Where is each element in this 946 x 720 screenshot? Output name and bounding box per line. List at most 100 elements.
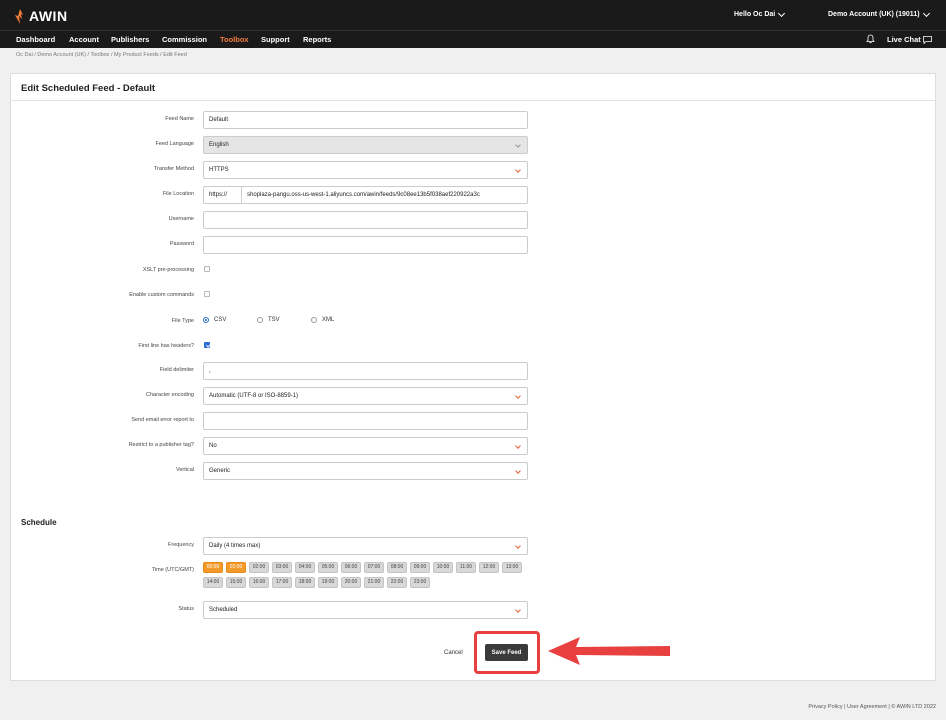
time-slot-chip[interactable]: 17:00 [272,577,292,588]
nav-toolbox[interactable]: Toolbox [220,35,249,44]
time-slot-chip[interactable]: 11:00 [456,562,476,573]
row-feed-language: Feed Language English [11,136,937,154]
time-slot-chip[interactable]: 05:00 [318,562,338,573]
frequency-select[interactable]: Daily (4 times max) [203,537,528,555]
file-type-xml[interactable]: XML [311,317,334,323]
nav-reports[interactable]: Reports [303,35,331,44]
time-slot-chip[interactable]: 22:00 [387,577,407,588]
footer-links[interactable]: Privacy Policy | User Agreement | © AWIN… [0,704,936,710]
time-slot-chip[interactable]: 00:00 [203,562,223,573]
row-publisher-tag: Restrict to a publisher tag? No [11,437,937,455]
chevron-down-icon [515,167,521,173]
logo-text: AWIN [29,8,68,24]
time-slot-chip[interactable]: 18:00 [295,577,315,588]
nav-support[interactable]: Support [261,35,290,44]
row-file-type: File Type CSV TSV XML [11,313,937,331]
time-slot-chip[interactable]: 16:00 [249,577,269,588]
bell-icon[interactable] [866,34,875,44]
file-location-input[interactable]: shoplaza-pangu.oss-us-west-1.aliyuncs.co… [241,186,528,204]
field-delimiter-input[interactable]: , [203,362,528,380]
radio-csv[interactable] [203,317,209,323]
time-slot-chip[interactable]: 09:00 [410,562,430,573]
file-location-label: File Location [162,191,194,197]
xslt-checkbox[interactable] [204,266,210,272]
time-slot-chip[interactable]: 08:00 [387,562,407,573]
breadcrumb[interactable]: Oc Dai / Demo Account (UK) / Toolbox / M… [16,52,187,58]
feed-name-label: Feed Name [165,116,194,122]
status-value: Scheduled [209,607,238,613]
awin-flame-icon [15,8,23,24]
status-select[interactable]: Scheduled [203,601,528,619]
file-type-tsv[interactable]: TSV [257,317,280,323]
time-slot-chip[interactable]: 15:00 [226,577,246,588]
frequency-label: Frequency [168,542,194,548]
username-label: Username [168,216,194,222]
account-switcher[interactable]: Demo Account (UK) (19011) [828,9,930,18]
time-slot-chip[interactable]: 07:00 [364,562,384,573]
chevron-down-icon [922,9,930,17]
feed-name-input[interactable]: Default [203,111,528,129]
time-slot-chip[interactable]: 23:00 [410,577,430,588]
chat-bubble-icon [922,35,932,44]
row-password: Password [11,236,937,254]
char-encoding-select[interactable]: Automatic (UTF-8 or ISO-8859-1) [203,387,528,405]
vertical-select[interactable]: Generic [203,462,528,480]
email-report-input[interactable] [203,412,528,430]
time-slot-chip[interactable]: 01:00 [226,562,246,573]
chevron-down-icon [515,142,521,148]
radio-xml[interactable] [311,317,317,323]
nav-publishers[interactable]: Publishers [111,35,149,44]
time-slot-chip[interactable]: 19:00 [318,577,338,588]
row-feed-name: Feed Name Default [11,111,937,129]
time-slot-chip[interactable]: 14:00 [203,577,223,588]
user-greeting: Hello Oc Dai [734,11,776,18]
publisher-tag-select[interactable]: No [203,437,528,455]
transfer-method-label: Transfer Method [153,166,194,172]
chevron-down-icon [515,468,521,474]
publisher-tag-label: Restrict to a publisher tag? [128,442,194,448]
nav-dashboard[interactable]: Dashboard [16,35,55,44]
email-report-label: Send email error report to [131,417,194,423]
row-custom-commands: Enable custom commands [11,287,937,305]
chevron-down-icon [515,607,521,613]
pointer-arrow-icon [548,637,670,665]
user-menu[interactable]: Hello Oc Dai [734,9,786,18]
row-email-report: Send email error report to [11,412,937,430]
vertical-label: Vertical [175,467,194,473]
transfer-method-value: HTTPS [209,167,229,173]
custom-commands-label: Enable custom commands [129,292,194,298]
time-slot-chip[interactable]: 12:00 [479,562,499,573]
file-type-csv[interactable]: CSV [203,317,226,323]
radio-tsv[interactable] [257,317,263,323]
nav-commission[interactable]: Commission [162,35,207,44]
time-slot-chip[interactable]: 21:00 [364,577,384,588]
time-slot-chip[interactable]: 13:00 [502,562,522,573]
live-chat-link[interactable]: Live Chat [887,35,932,44]
transfer-method-select[interactable]: HTTPS [203,161,528,179]
row-vertical: Vertical Generic [11,462,937,480]
first-line-headers-checkbox[interactable] [204,342,210,348]
cancel-link[interactable]: Cancel [444,650,463,656]
main-nav: Dashboard Account Publishers Commission … [0,30,946,48]
time-slot-chip[interactable]: 02:00 [249,562,269,573]
live-chat-label: Live Chat [887,35,921,44]
time-slot-chip[interactable]: 10:00 [433,562,453,573]
custom-commands-checkbox[interactable] [204,291,210,297]
row-frequency: Frequency Daily (4 times max) [11,537,937,555]
time-slot-chip[interactable]: 03:00 [272,562,292,573]
awin-logo[interactable]: AWIN [14,8,68,24]
password-input[interactable] [203,236,528,254]
row-username: Username [11,211,937,229]
time-slot-chip[interactable]: 20:00 [341,577,361,588]
feed-language-select: English [203,136,528,154]
time-slot-chip[interactable]: 04:00 [295,562,315,573]
time-label: Time (UTC/GMT) [151,567,194,573]
file-location-protocol: https:// [203,186,241,204]
radio-xml-label: XML [322,317,335,323]
nav-account[interactable]: Account [69,35,99,44]
time-slot-chip[interactable]: 06:00 [341,562,361,573]
schedule-title: Schedule [21,518,57,527]
vertical-value: Generic [209,468,231,474]
username-input[interactable] [203,211,528,229]
row-char-encoding: Character encoding Automatic (UTF-8 or I… [11,387,937,405]
